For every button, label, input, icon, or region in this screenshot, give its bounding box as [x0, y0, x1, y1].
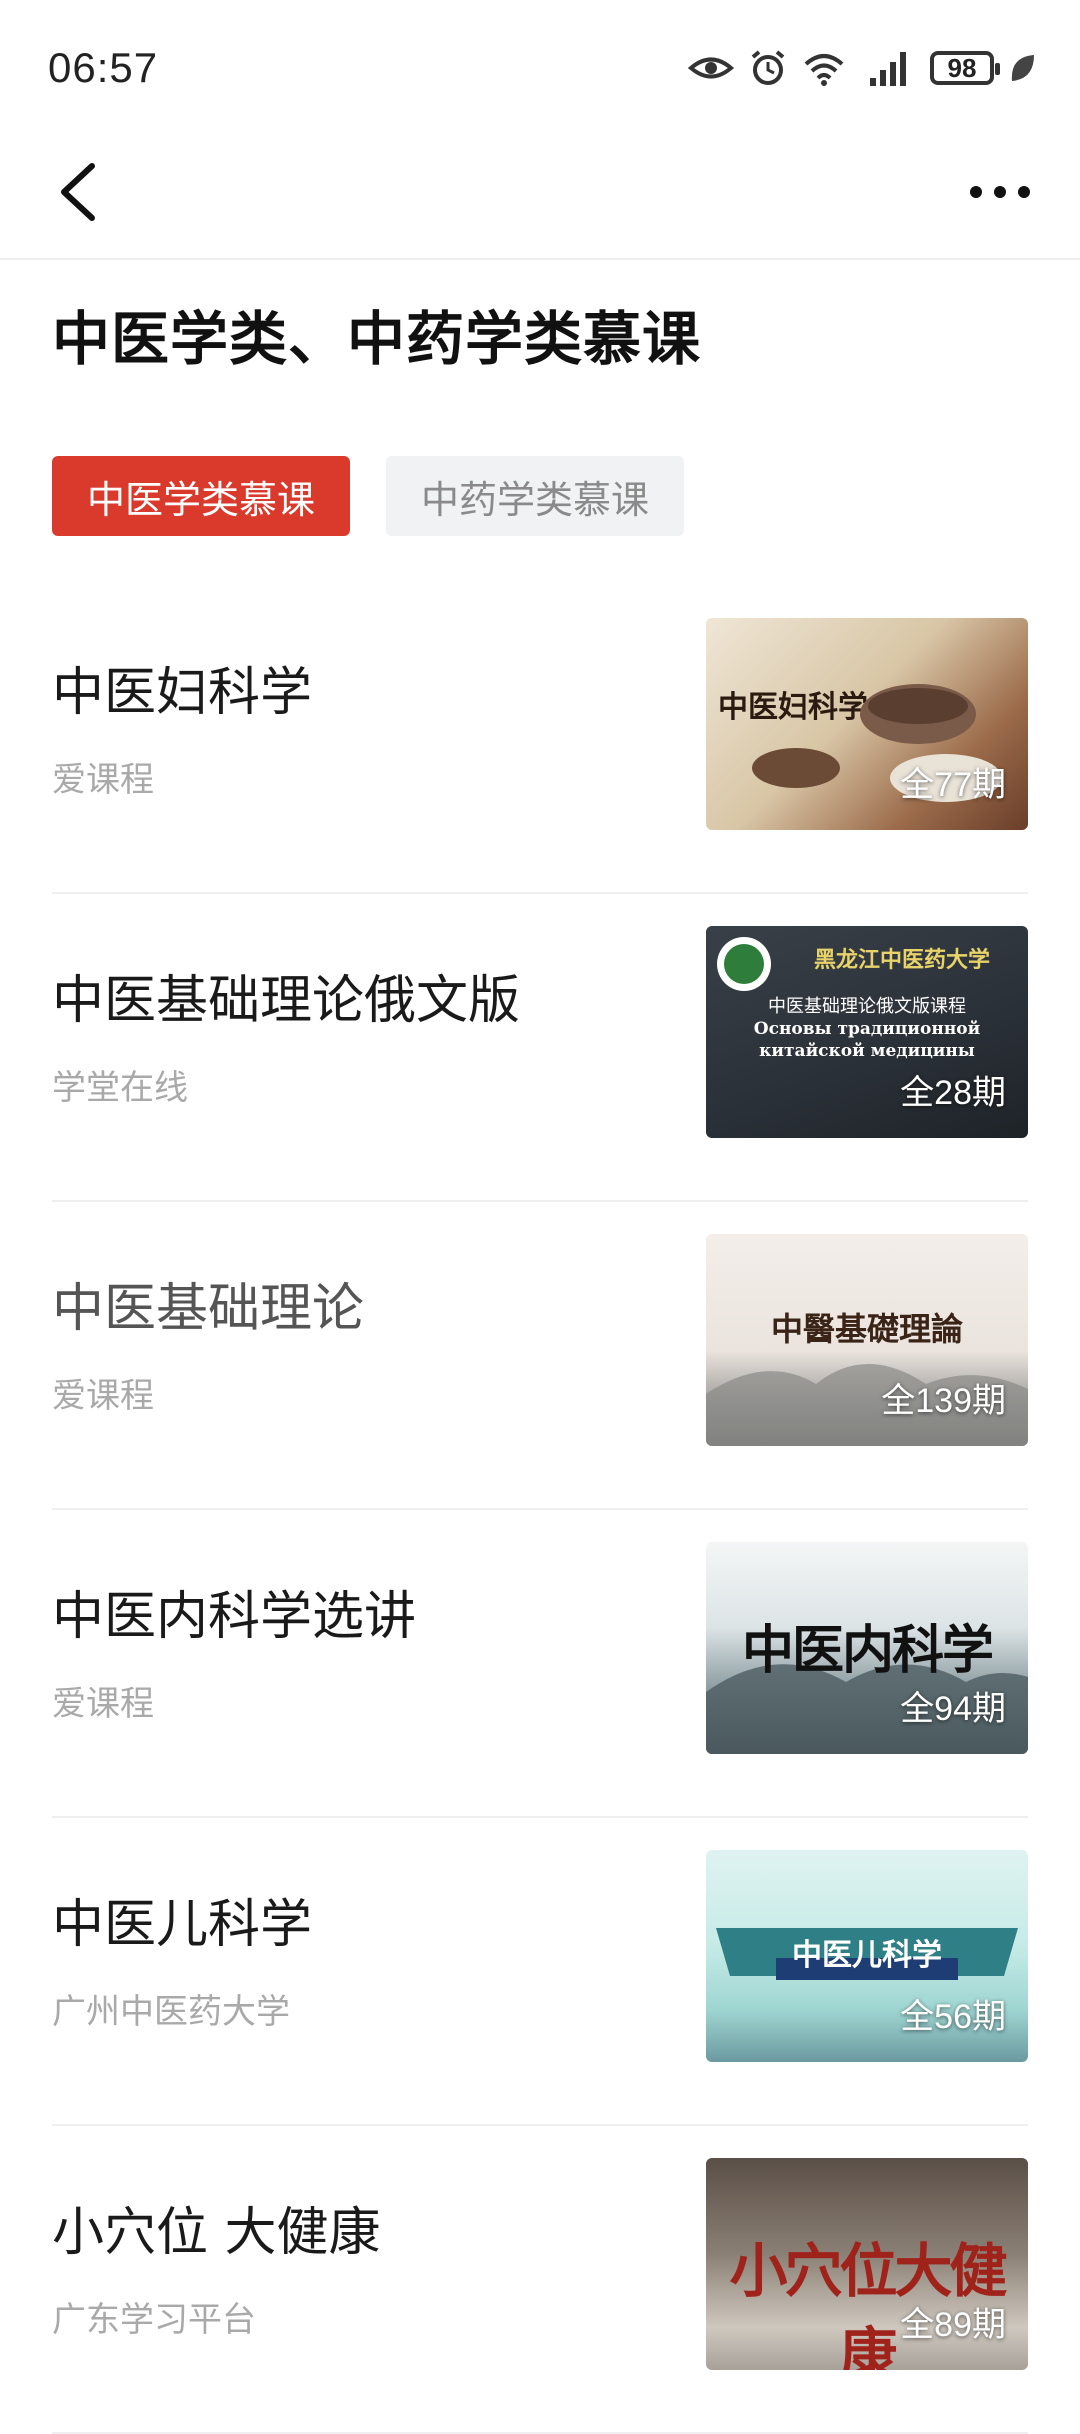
- more-dots-icon: [970, 186, 1030, 198]
- course-source: 爱课程: [52, 1685, 154, 1723]
- course-list: 中医妇科学 爱课程 中医妇科学 全77期 中医基础理论俄文版 学堂在线 黑龙江中…: [52, 586, 1028, 2434]
- course-item[interactable]: 中医妇科学 爱课程 中医妇科学 全77期: [52, 586, 1028, 894]
- wifi-icon: [804, 54, 844, 86]
- category-tabs: 中医学类慕课 中药学类慕课: [52, 456, 684, 536]
- course-title: 中医基础理论: [52, 1279, 365, 1339]
- more-options-button[interactable]: [960, 160, 1040, 224]
- leaf-icon: [1011, 55, 1034, 81]
- tab-tcm-courses[interactable]: 中医学类慕课: [52, 456, 350, 536]
- course-item[interactable]: 小穴位 大健康 广东学习平台 小穴位大健康 全89期: [52, 2126, 1028, 2434]
- cellular-signal-icon: [870, 52, 906, 86]
- tab-pharmacy-courses[interactable]: 中药学类慕课: [386, 456, 684, 536]
- thumbnail-header: 黑龙江中医药大学: [813, 947, 990, 973]
- course-item[interactable]: 中医基础理论俄文版 学堂在线 黑龙江中医药大学 中医基础理论俄文版课程 Осно…: [52, 894, 1028, 1202]
- course-item[interactable]: 中医儿科学 广州中医药大学 中医儿科学 全56期: [52, 1818, 1028, 2126]
- course-title: 小穴位 大健康: [52, 2203, 381, 2263]
- battery-indicator: 98: [930, 51, 1000, 85]
- page-title: 中医学类、中药学类慕课: [52, 305, 702, 373]
- episode-count: 全89期: [900, 2306, 1006, 2344]
- course-source: 爱课程: [52, 761, 154, 799]
- course-item[interactable]: 中医基础理论 爱课程 中醫基礎理論 全139期: [52, 1202, 1028, 1510]
- course-source: 学堂在线: [52, 1069, 188, 1107]
- course-source: 广州中医药大学: [52, 1993, 290, 2031]
- course-thumbnail: 黑龙江中医药大学 中医基础理论俄文版课程 Основы традиционной…: [706, 926, 1028, 1138]
- course-thumbnail: 中醫基礎理論 全139期: [706, 1234, 1028, 1446]
- episode-count: 全28期: [900, 1074, 1006, 1112]
- back-button[interactable]: [50, 152, 110, 232]
- status-bar: 06:57 98: [0, 0, 1080, 130]
- status-icons: 98: [688, 44, 1036, 92]
- course-item[interactable]: 中医内科学选讲 爱课程 中医内科学 全94期: [52, 1510, 1028, 1818]
- course-title: 中医基础理论俄文版: [52, 971, 521, 1031]
- course-source: 爱课程: [52, 1377, 154, 1415]
- eye-icon: [688, 57, 734, 79]
- back-arrow-icon: [61, 163, 95, 221]
- course-title: 中医妇科学: [52, 663, 313, 723]
- thumbnail-caption: 中医基础理论俄文版课程: [768, 996, 966, 1017]
- alarm-icon: [751, 50, 785, 85]
- course-title: 中医内科学选讲: [52, 1587, 417, 1647]
- course-thumbnail: 中医儿科学 全56期: [706, 1850, 1028, 2062]
- status-time: 06:57: [48, 44, 159, 91]
- course-thumbnail: 中医妇科学 全77期: [706, 618, 1028, 830]
- thumbnail-subtitle: Основы традиционной китайской медицины: [753, 1019, 981, 1061]
- episode-count: 全94期: [900, 1690, 1006, 1728]
- episode-count: 全56期: [900, 1998, 1006, 2036]
- thumbnail-caption: 中医内科学: [741, 1620, 994, 1681]
- episode-count: 全77期: [900, 766, 1006, 804]
- course-thumbnail: 小穴位大健康 全89期: [706, 2158, 1028, 2370]
- nav-bar: [0, 130, 1080, 260]
- thumbnail-caption: 中医儿科学: [792, 1938, 942, 1973]
- course-source: 广东学习平台: [52, 2301, 256, 2339]
- course-thumbnail: 中医内科学 全94期: [706, 1542, 1028, 1754]
- episode-count: 全139期: [881, 1382, 1006, 1420]
- course-title: 中医儿科学: [52, 1895, 313, 1955]
- university-logo-icon: [717, 937, 771, 991]
